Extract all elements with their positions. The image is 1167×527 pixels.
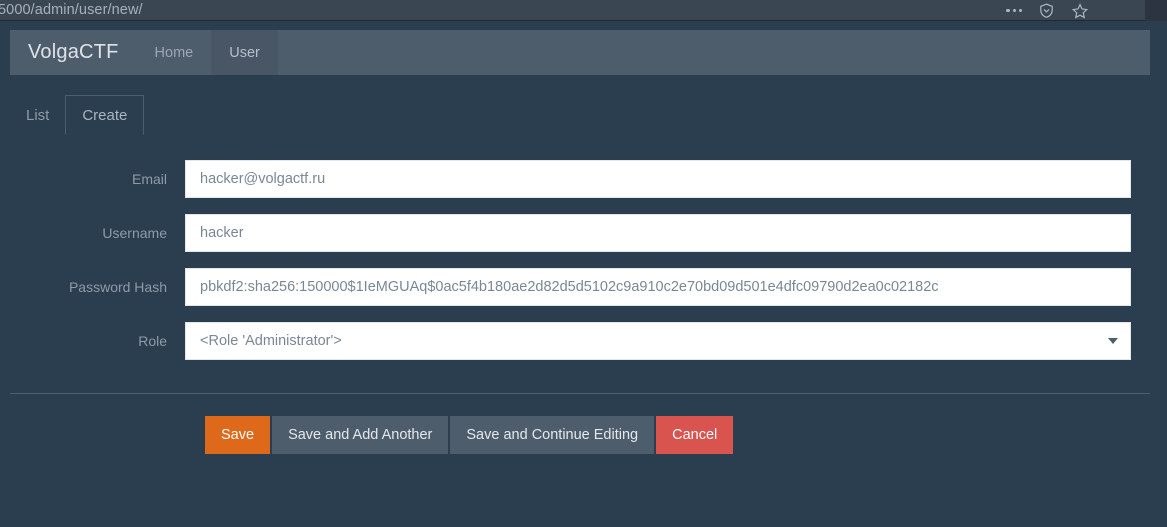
app-navbar: VolgaCTF Home User xyxy=(10,30,1150,75)
form-row-role: Role <Role 'Administrator'> xyxy=(0,322,1167,360)
form-row-email: Email hacker@volgactf.ru xyxy=(0,160,1167,198)
admin-tabs: List Create xyxy=(10,95,145,135)
label-role: Role xyxy=(138,333,167,349)
tracking-protection-shield-icon[interactable] xyxy=(1038,2,1055,19)
username-input[interactable]: hacker xyxy=(185,214,1131,252)
label-username: Username xyxy=(102,225,167,241)
tab-create[interactable]: Create xyxy=(65,95,145,135)
more-menu-icon[interactable] xyxy=(1006,8,1022,13)
save-and-add-another-button[interactable]: Save and Add Another xyxy=(272,416,449,454)
save-and-continue-editing-button[interactable]: Save and Continue Editing xyxy=(450,416,655,454)
brand-logo[interactable]: VolgaCTF xyxy=(10,30,137,75)
browser-toolbar: 5000/admin/user/new/ xyxy=(0,0,1167,21)
nav-item-user[interactable]: User xyxy=(211,30,278,75)
bookmark-star-icon[interactable] xyxy=(1071,2,1089,20)
form-actions: Save Save and Add Another Save and Conti… xyxy=(205,416,734,454)
chevron-down-icon xyxy=(1108,338,1118,344)
browser-bar-right-edge xyxy=(1145,0,1167,21)
password-hash-input[interactable]: pbkdf2:sha256:150000$1IeMGUAq$0ac5f4b180… xyxy=(185,268,1131,306)
tab-list[interactable]: List xyxy=(10,95,65,135)
cancel-button[interactable]: Cancel xyxy=(656,416,734,454)
form-row-username: Username hacker xyxy=(0,214,1167,252)
nav-item-home[interactable]: Home xyxy=(137,30,212,75)
user-create-form: Email hacker@volgactf.ru Username hacker… xyxy=(0,160,1167,376)
save-button[interactable]: Save xyxy=(205,416,271,454)
role-select[interactable]: <Role 'Administrator'> xyxy=(185,322,1131,360)
browser-toolbar-icons xyxy=(1006,0,1089,21)
email-input[interactable]: hacker@volgactf.ru xyxy=(185,160,1131,198)
role-select-value: <Role 'Administrator'> xyxy=(200,333,342,349)
label-email: Email xyxy=(131,171,167,187)
form-divider xyxy=(10,393,1150,394)
label-password-hash: Password Hash xyxy=(68,279,167,295)
url-bar[interactable]: 5000/admin/user/new/ xyxy=(0,2,143,18)
form-row-password-hash: Password Hash pbkdf2:sha256:150000$1IeMG… xyxy=(0,268,1167,306)
